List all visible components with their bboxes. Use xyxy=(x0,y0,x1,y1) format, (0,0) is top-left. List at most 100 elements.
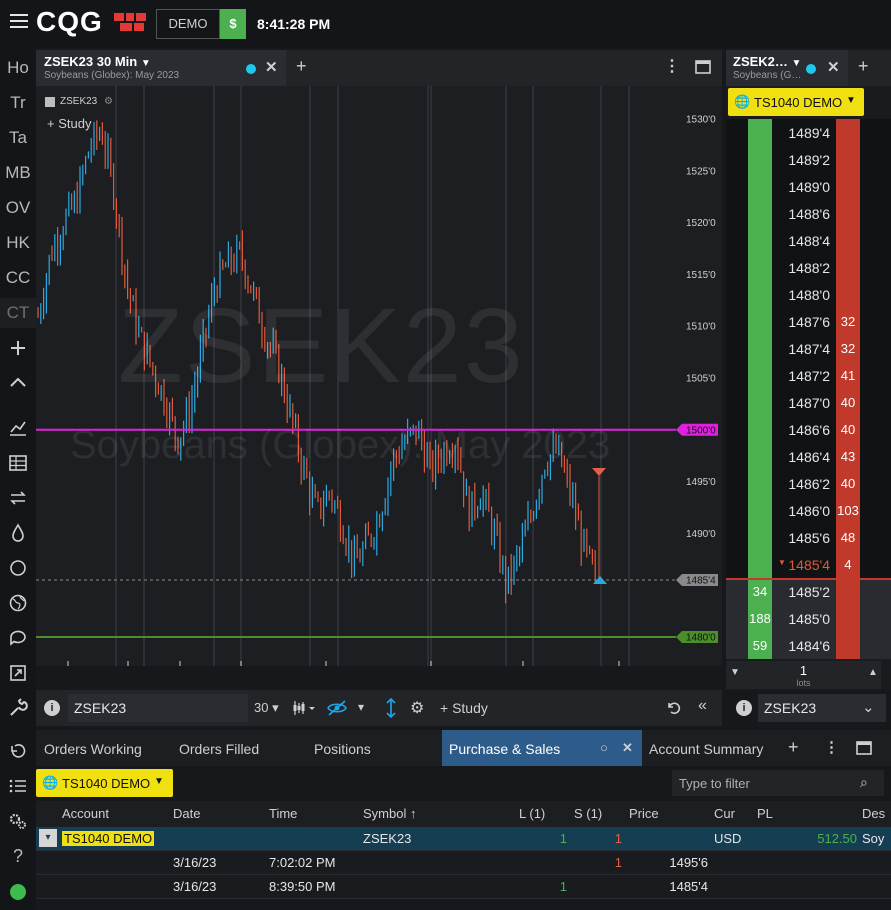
sidebar-item-ta[interactable]: Ta xyxy=(0,128,36,148)
col-date[interactable]: Date xyxy=(173,806,200,821)
dom-row[interactable]: 1489'4 xyxy=(726,119,891,146)
dom-sell-side[interactable] xyxy=(860,119,891,146)
dom-price-cell[interactable]: 1485'0 xyxy=(772,605,836,632)
dom-row[interactable]: 1486'2 40 xyxy=(726,470,891,497)
dom-buy-side[interactable] xyxy=(726,470,748,497)
dom-bid-cell[interactable] xyxy=(748,200,772,227)
dom-sell-side[interactable] xyxy=(860,605,891,632)
dom-ask-cell[interactable]: 40 xyxy=(836,416,860,443)
sidebar-item-mb[interactable]: MB xyxy=(0,163,36,183)
circle-icon[interactable] xyxy=(8,558,28,578)
dom-bid-cell[interactable] xyxy=(748,362,772,389)
dom-sell-side[interactable] xyxy=(860,362,891,389)
dom-ask-cell[interactable]: 103 xyxy=(836,497,860,524)
dom-symbol-input[interactable]: ZSEK23 ⌄ xyxy=(758,694,886,722)
dom-price-cell[interactable]: 1486'2 xyxy=(772,470,836,497)
dom-buy-side[interactable] xyxy=(726,281,748,308)
dom-ask-cell[interactable] xyxy=(836,578,860,605)
scroll-to-start-icon[interactable]: « xyxy=(698,697,707,715)
dom-row[interactable]: 1487'0 40 xyxy=(726,389,891,416)
dom-buy-side[interactable] xyxy=(726,335,748,362)
dom-bid-cell[interactable]: 188 xyxy=(748,605,772,632)
dom-price-cell[interactable]: 1485'6 xyxy=(772,524,836,551)
dom-ask-cell[interactable]: 40 xyxy=(836,470,860,497)
col-short[interactable]: S (1) xyxy=(574,806,602,821)
dom-sell-side[interactable] xyxy=(860,524,891,551)
chart-symbol-input[interactable]: ZSEK23 xyxy=(68,694,248,722)
dom-price-cell[interactable]: 1488'6 xyxy=(772,200,836,227)
dom-row[interactable]: 1486'0 103 xyxy=(726,497,891,524)
series-settings-icon[interactable]: ⚙ xyxy=(104,96,113,107)
hamburger-menu-icon[interactable] xyxy=(10,14,28,32)
dom-price-cell[interactable]: 1488'2 xyxy=(772,254,836,281)
dom-ask-cell[interactable] xyxy=(836,119,860,146)
dom-buy-side[interactable] xyxy=(726,497,748,524)
dom-ask-cell[interactable] xyxy=(836,173,860,200)
dom-row[interactable]: 1486'4 43 xyxy=(726,443,891,470)
dom-bid-cell[interactable] xyxy=(748,281,772,308)
table-icon[interactable] xyxy=(8,453,28,473)
dom-sell-side[interactable] xyxy=(860,578,891,605)
wrench-icon[interactable] xyxy=(8,698,28,718)
sidebar-item-ov[interactable]: OV xyxy=(0,198,36,218)
visibility-dropdown-icon[interactable]: ▾ xyxy=(358,700,364,714)
dom-row[interactable]: 1489'2 xyxy=(726,146,891,173)
tab-orders-working[interactable]: Orders Working xyxy=(44,741,142,757)
orders-more-icon[interactable]: ⋮ xyxy=(824,738,839,756)
tab-account-summary[interactable]: Account Summary xyxy=(649,741,763,757)
sidebar-item-ho[interactable]: Ho xyxy=(0,58,36,78)
col-time[interactable]: Time xyxy=(269,806,297,821)
dom-row[interactable]: 1488'2 xyxy=(726,254,891,281)
dom-bid-cell[interactable]: 59 xyxy=(748,632,772,659)
dom-buy-side[interactable] xyxy=(726,254,748,281)
dom-price-cell[interactable]: 1487'6 xyxy=(772,308,836,335)
dom-buy-side[interactable] xyxy=(726,632,748,659)
dom-sell-side[interactable] xyxy=(860,173,891,200)
help-icon[interactable]: ? xyxy=(0,846,36,867)
dom-price-cell[interactable]: 1489'0 xyxy=(772,173,836,200)
filter-input[interactable]: Type to filter ⌕ xyxy=(672,770,884,796)
dom-bid-cell[interactable] xyxy=(748,470,772,497)
dom-sell-side[interactable] xyxy=(860,443,891,470)
dom-price-cell[interactable]: 1488'4 xyxy=(772,227,836,254)
col-price[interactable]: Price xyxy=(629,806,659,821)
vertical-scale-icon[interactable] xyxy=(384,698,398,718)
sidebar-item-hk[interactable]: HK xyxy=(0,233,36,253)
dom-price-cell[interactable]: 1488'0 xyxy=(772,281,836,308)
dom-ask-cell[interactable]: 48 xyxy=(836,524,860,551)
dom-row[interactable]: 1485'4 ▼ 4 xyxy=(726,551,891,578)
dom-row[interactable]: 1487'2 41 xyxy=(726,362,891,389)
tab-orders-filled[interactable]: Orders Filled xyxy=(179,741,259,757)
swap-arrows-icon[interactable] xyxy=(8,488,28,508)
col-account[interactable]: Account xyxy=(62,806,109,821)
orders-account-selector[interactable]: 🌐 TS1040 DEMO ▼ xyxy=(36,769,173,797)
dom-ask-cell[interactable] xyxy=(836,200,860,227)
list-icon[interactable] xyxy=(8,776,28,796)
add-study-link[interactable]: + Study xyxy=(47,116,91,131)
sidebar-item-cc[interactable]: CC xyxy=(0,268,36,288)
orders-maximize-icon[interactable] xyxy=(856,741,872,755)
dom-bid-cell[interactable] xyxy=(748,551,772,578)
dom-buy-side[interactable] xyxy=(726,551,748,578)
dom-bid-cell[interactable] xyxy=(748,146,772,173)
dom-add-tab-icon[interactable]: + xyxy=(858,56,869,77)
visibility-hidden-icon[interactable] xyxy=(326,699,348,717)
dom-ask-cell[interactable] xyxy=(836,254,860,281)
expand-row-icon[interactable]: ▾ xyxy=(39,829,57,847)
dom-bid-cell[interactable] xyxy=(748,335,772,362)
table-row[interactable]: ▾ TS1040 DEMO ZSEK23 1 1 USD 512.50 Soy xyxy=(36,827,891,851)
more-vertical-icon[interactable]: ⋮ xyxy=(664,56,680,76)
dom-row[interactable]: 188 1485'0 xyxy=(726,605,891,632)
sidebar-item-tr[interactable]: Tr xyxy=(0,93,36,113)
dom-row[interactable]: 1488'0 xyxy=(726,281,891,308)
dom-ask-cell[interactable] xyxy=(836,632,860,659)
dom-price-cell[interactable]: 1486'0 xyxy=(772,497,836,524)
qty-increase-icon[interactable]: ▲ xyxy=(868,667,878,678)
dom-row[interactable]: 34 1485'2 xyxy=(726,578,891,605)
table-row[interactable]: 3/16/23 8:39:50 PM 1 1485'4 xyxy=(36,875,891,899)
close-tab-icon[interactable]: ✕ xyxy=(622,740,633,756)
dom-row[interactable]: 1486'6 40 xyxy=(726,416,891,443)
dom-buy-side[interactable] xyxy=(726,227,748,254)
chart-settings-icon[interactable]: ⚙ xyxy=(410,698,424,718)
table-row[interactable]: 3/16/23 7:02:02 PM 1 1495'6 xyxy=(36,851,891,875)
